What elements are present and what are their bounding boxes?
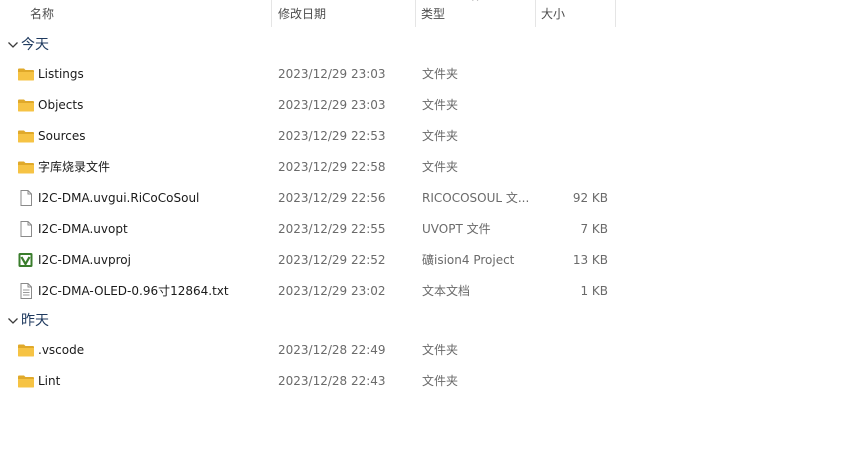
file-type: UVOPT 文件 [422,222,491,236]
file-date: 2023/12/28 22:43 [278,374,386,388]
group-label: 昨天 [21,313,49,329]
column-divider[interactable] [615,0,616,27]
file-type: 文件夹 [422,98,459,112]
file-row[interactable]: Lint 2023/12/28 22:43 文件夹 [0,366,844,396]
column-header-size[interactable]: 大小 [533,0,613,28]
folder-icon [17,66,35,82]
folder-icon [17,159,35,175]
file-name: .vscode [38,343,85,357]
file-row[interactable]: I2C-DMA.uvopt 2023/12/29 22:55 UVOPT 文件 … [0,214,844,244]
file-type: 文件夹 [422,374,459,388]
file-date: 2023/12/28 22:49 [278,343,386,357]
file-row[interactable]: Objects 2023/12/29 23:03 文件夹 [0,90,844,120]
file-date: 2023/12/29 22:53 [278,129,386,143]
group-label: 今天 [21,37,49,53]
keil-project-icon [17,252,35,268]
file-type: 文本文档 [422,284,471,298]
file-date: 2023/12/29 22:58 [278,160,386,174]
file-row[interactable]: I2C-DMA-OLED-0.96寸12864.txt 2023/12/29 2… [0,276,844,306]
file-name: I2C-DMA.uvproj [38,253,131,267]
column-header-name[interactable]: 名称 [22,0,270,28]
chevron-down-icon[interactable] [6,38,20,52]
file-row[interactable]: I2C-DMA.uvproj 2023/12/29 22:52 礦ision4 … [0,245,844,275]
file-name: I2C-DMA-OLED-0.96寸12864.txt [38,284,229,298]
folder-icon [17,373,35,389]
folder-icon [17,97,35,113]
file-row[interactable]: .vscode 2023/12/28 22:49 文件夹 [0,335,844,365]
file-date: 2023/12/29 22:52 [278,253,386,267]
column-header-date[interactable]: 修改日期 [270,0,414,28]
file-size: 92 KB [572,191,608,205]
folder-icon [17,128,35,144]
file-row[interactable]: Listings 2023/12/29 23:03 文件夹 [0,59,844,89]
file-name: Listings [38,67,84,81]
file-name: Objects [38,98,84,112]
folder-icon [17,342,35,358]
file-row[interactable]: 字库烧录文件 2023/12/29 22:58 文件夹 [0,152,844,182]
file-size: 1 KB [580,284,608,298]
file-row[interactable]: Sources 2023/12/29 22:53 文件夹 [0,121,844,151]
file-name: I2C-DMA.uvgui.RiCoCoSoul [38,191,200,205]
file-date: 2023/12/29 23:02 [278,284,386,298]
file-icon [17,221,35,237]
column-header-bar: 名称 修改日期 类型 ^ 大小 [0,0,844,28]
group-header[interactable]: 今天 [0,33,844,57]
file-name: 字库烧录文件 [38,160,111,174]
file-row[interactable]: I2C-DMA.uvgui.RiCoCoSoul 2023/12/29 22:5… [0,183,844,213]
file-date: 2023/12/29 23:03 [278,67,386,81]
file-date: 2023/12/29 22:55 [278,222,386,236]
file-type: 文件夹 [422,160,459,174]
file-type: 礦ision4 Project [422,253,515,267]
file-type: RICOCOSOUL 文... [422,191,530,205]
file-size: 13 KB [572,253,608,267]
file-date: 2023/12/29 22:56 [278,191,386,205]
group-header[interactable]: 昨天 [0,309,844,333]
file-type: 文件夹 [422,343,459,357]
file-icon [17,190,35,206]
file-name: Sources [38,129,86,143]
text-file-icon [17,283,35,299]
sort-ascending-icon: ^ [471,0,480,8]
file-type: 文件夹 [422,129,459,143]
chevron-down-icon[interactable] [6,314,20,328]
file-name: Lint [38,374,61,388]
file-date: 2023/12/29 23:03 [278,98,386,112]
file-type: 文件夹 [422,67,459,81]
file-size: 7 KB [580,222,608,236]
file-name: I2C-DMA.uvopt [38,222,128,236]
